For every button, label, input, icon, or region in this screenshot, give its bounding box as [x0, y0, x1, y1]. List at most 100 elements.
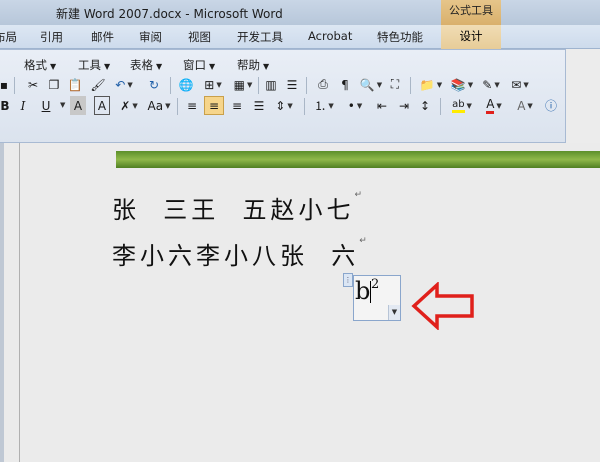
toolbar-separator [440, 98, 441, 115]
equation-options-dropdown[interactable]: ▼ [388, 305, 400, 320]
drawing-icon[interactable]: ✎ ▼ [478, 75, 504, 94]
text-direction-icon[interactable]: A ▼ [512, 96, 538, 115]
highlight-label: ab [452, 99, 465, 113]
chevron-down-icon: ▼ [263, 62, 270, 71]
numbering-icon[interactable]: ⒈ ▼ [311, 96, 337, 115]
chevron-down-icon: ▼ [50, 62, 57, 71]
chevron-down-icon: ▼ [104, 62, 111, 71]
tab-references[interactable]: 引用 [40, 29, 63, 45]
tab-layout[interactable]: 布局 [0, 29, 17, 45]
undo-icon[interactable]: ↶ ▼ [112, 75, 136, 94]
menu-table[interactable]: 表格 ▼ [130, 57, 162, 73]
columns-icon[interactable]: ▥ [262, 75, 280, 94]
menu-tools[interactable]: 工具 ▼ [78, 57, 110, 73]
open-folder-icon[interactable]: 📁 ▼ [418, 75, 444, 94]
document-line-text: 张 三王 五赵小七 [112, 196, 355, 224]
envelope-icon[interactable]: ✉ ▼ [507, 75, 533, 94]
char-border-button[interactable]: A [94, 96, 110, 115]
window-title: 新建 Word 2007.docx - Microsoft Word [56, 7, 283, 21]
paragraph-mark-icon: ↵ [354, 190, 363, 200]
format-painter-icon[interactable]: 🖌 [89, 75, 107, 94]
research-icon[interactable]: 📚 ▼ [449, 75, 475, 94]
title-bar: 新建 Word 2007.docx - Microsoft Word 公式工具 [0, 0, 600, 25]
cut-icon[interactable]: ✂ [24, 75, 42, 94]
chevron-down-icon: ▼ [209, 62, 216, 71]
chevron-down-icon[interactable]: ▼ [60, 101, 65, 109]
tab-features[interactable]: 特色功能 [377, 29, 423, 45]
document-line[interactable]: 张 三王 五赵小七↵ [112, 190, 362, 225]
document-map-icon[interactable]: ☰ [283, 75, 301, 94]
text-cursor [370, 281, 371, 303]
paragraph-mark-icon: ↵ [359, 236, 367, 246]
document-line[interactable]: 李小六李小八张 六↵ [112, 236, 367, 271]
menu-tools-label: 工具 [78, 58, 101, 72]
toolbar-separator [177, 98, 178, 115]
menu-window-label: 窗口 [183, 58, 206, 72]
chevron-down-icon: ▼ [466, 101, 472, 110]
toolbar-separator [306, 77, 307, 94]
classic-menu-toolbar: 格式 ▼ 工具 ▼ 表格 ▼ 窗口 ▼ 帮助 ▼ ▪ ✂ ❐ 📋 🖌 ↶ ▼ ↻ 🌐 ⊞ ▼ … [0, 49, 566, 143]
highlight-button[interactable]: ab ▼ [448, 96, 476, 115]
font-color-label: A [486, 97, 495, 114]
toolbar-separator [304, 98, 305, 115]
char-shading-button[interactable]: A [70, 96, 86, 115]
full-screen-icon[interactable]: ⛶ [386, 75, 404, 94]
bullets-icon[interactable]: • ▼ [342, 96, 368, 115]
equation-move-handle-icon[interactable]: ⋮ [343, 273, 353, 287]
copy-icon[interactable]: ❐ [45, 75, 63, 94]
equation-superscript[interactable]: 2 [371, 277, 379, 292]
zoom-icon[interactable]: 🔍 ▼ [358, 75, 384, 94]
table-icon[interactable]: ⊞ ▼ [199, 75, 227, 94]
paste-icon[interactable]: 📋 [66, 75, 84, 94]
toolbar-separator [170, 77, 171, 94]
menu-table-label: 表格 [130, 58, 153, 72]
sort-icon[interactable]: ↕ [416, 96, 434, 115]
decrease-indent-icon[interactable]: ⇤ [373, 96, 391, 115]
bold-button[interactable]: B [0, 96, 12, 115]
toolbar-separator [14, 77, 15, 94]
underline-button[interactable]: U [38, 96, 54, 115]
equation-tools-group-label: 公式工具 [441, 0, 501, 25]
standard-toolbar: ▪ ✂ ❐ 📋 🖌 ↶ ▼ ↻ 🌐 ⊞ ▼ ▦ ▼ ▥ ☰ ⎙ ¶ 🔍 ▼ ⛶ 📁 ▼ 📚… [0, 75, 566, 97]
toolbar-separator [410, 77, 411, 94]
document-line-text: 李小六李小八张 六 [112, 242, 360, 270]
left-arrow-icon [411, 282, 474, 330]
show-formatting-icon[interactable]: ¶ [336, 75, 354, 94]
tab-view[interactable]: 视图 [188, 29, 211, 45]
chevron-down-icon: ▼ [165, 101, 171, 110]
chevron-down-icon: ▼ [496, 101, 502, 110]
menu-help-label: 帮助 [237, 58, 260, 72]
formatting-toolbar: B I U ▼ A A ✗ ▼ Aa ▼ ≡ ≡ ≡ ☰ ⇕ ▼ ⒈ ▼ • ▼ ⇤ ⇥ … [0, 96, 566, 118]
menu-help[interactable]: 帮助 ▼ [237, 57, 269, 73]
menu-format-label: 格式 [24, 58, 47, 72]
font-color-button[interactable]: A ▼ [480, 96, 508, 115]
tab-review[interactable]: 审阅 [139, 29, 162, 45]
help-icon[interactable]: ⓘ [542, 96, 560, 115]
ribbon-tab-row: 布局 引用 邮件 审阅 视图 开发工具 Acrobat 特色功能 设计 [0, 25, 600, 49]
insert-table-icon[interactable]: ▦ ▼ [231, 75, 255, 94]
align-center-icon[interactable]: ≡ [204, 96, 224, 115]
page-edge [19, 143, 20, 462]
tab-developer[interactable]: 开发工具 [237, 29, 283, 45]
change-case-label: Aa [147, 98, 164, 113]
align-right-icon[interactable]: ≡ [228, 96, 246, 115]
tab-acrobat[interactable]: Acrobat [308, 29, 352, 43]
line-spacing-icon[interactable]: ⇕ ▼ [272, 96, 296, 115]
header-image [116, 151, 600, 168]
italic-button[interactable]: I [16, 96, 30, 115]
equation-base[interactable]: b [355, 277, 370, 305]
chevron-down-icon: ▼ [156, 62, 163, 71]
text-effects-icon[interactable]: ✗ ▼ [116, 96, 142, 115]
menu-window[interactable]: 窗口 ▼ [183, 57, 215, 73]
hyperlink-icon[interactable]: 🌐 [176, 75, 196, 94]
print-icon[interactable]: ▪ [0, 75, 10, 94]
change-case-button[interactable]: Aa ▼ [145, 96, 173, 115]
tab-design[interactable]: 设计 [441, 25, 501, 49]
tab-mailings[interactable]: 邮件 [91, 29, 114, 45]
align-left-icon[interactable]: ≡ [183, 96, 201, 115]
print-preview-icon[interactable]: ⎙ [314, 75, 332, 94]
menu-format[interactable]: 格式 ▼ [24, 57, 56, 73]
justify-icon[interactable]: ☰ [250, 96, 268, 115]
increase-indent-icon[interactable]: ⇥ [395, 96, 413, 115]
redo-icon[interactable]: ↻ [145, 75, 163, 94]
